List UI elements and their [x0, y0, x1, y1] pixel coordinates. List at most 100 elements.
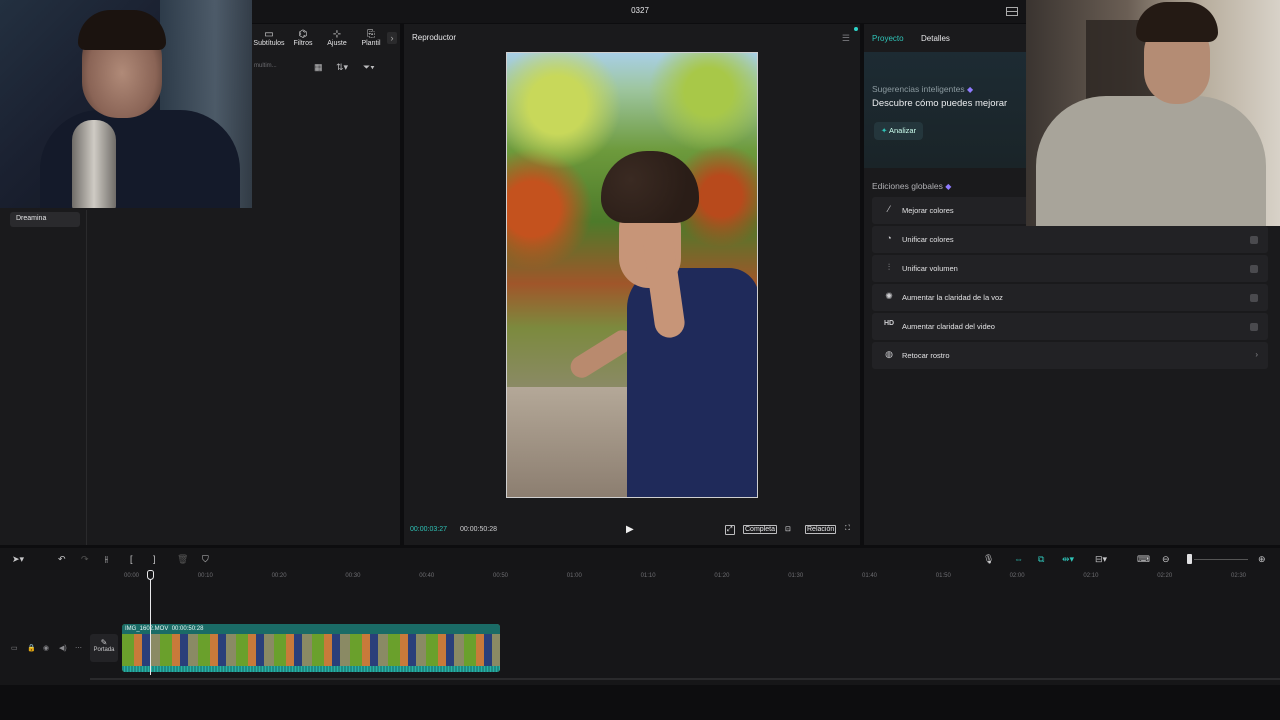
- analyze-button[interactable]: ✦ Analizar: [874, 122, 924, 140]
- ruler-tick-label: 02:30: [1231, 573, 1247, 579]
- filter-icon[interactable]: ⏷▾: [363, 62, 375, 73]
- delete-icon[interactable]: 🗑: [177, 554, 188, 565]
- tab-project[interactable]: Proyecto: [872, 34, 904, 43]
- tab-details[interactable]: Detalles: [921, 34, 950, 43]
- tab-adjust[interactable]: ⊹ Ajuste: [320, 24, 354, 52]
- tab-filters[interactable]: ⌬ Filtros: [286, 24, 320, 52]
- ruler-tick-label: 01:00: [566, 573, 582, 579]
- trim-left-icon[interactable]: [: [130, 554, 133, 564]
- media-toolbar: ▭ Subtítulos ⌬ Filtros ⊹ Ajuste ⎘ Planti…: [252, 24, 388, 52]
- chain-icon[interactable]: ⇹▾: [1062, 554, 1074, 565]
- view-mode-button[interactable]: Completa: [743, 525, 777, 534]
- toggle-switch[interactable]: [1250, 236, 1258, 244]
- timeline-scrollbar[interactable]: [90, 678, 1280, 680]
- global-edit-voice-clarity[interactable]: ✺ Aumentar la claridad de la voz: [872, 284, 1268, 311]
- zoom-in-icon[interactable]: ⊕: [1258, 554, 1266, 565]
- media-search-input[interactable]: multim...: [252, 60, 298, 74]
- grid-view-icon[interactable]: ▦: [314, 62, 323, 73]
- webcam-overlay-left: [0, 0, 252, 208]
- ruler-tick-label: 01:50: [935, 573, 951, 579]
- premium-gem-icon: ◆: [967, 85, 974, 94]
- global-edit-unify-volume[interactable]: ⫶ Unificar volumen: [872, 255, 1268, 282]
- cover-button[interactable]: ✎ Portada: [90, 634, 118, 662]
- global-edit-unify-colors[interactable]: ◔ Unificar colores: [872, 226, 1268, 253]
- track-select-icon[interactable]: ▭: [11, 644, 18, 652]
- ratio-button[interactable]: Relación: [805, 525, 837, 534]
- global-edit-label: Unificar colores: [902, 235, 954, 244]
- more-icon[interactable]: ⋯: [75, 644, 82, 652]
- sort-icon[interactable]: ⇅▾: [336, 62, 348, 73]
- undo-icon[interactable]: ↶: [58, 554, 66, 565]
- ruler-tick-label: 01:40: [862, 573, 878, 579]
- toggle-switch[interactable]: [1250, 265, 1258, 273]
- clip-name: IMG_1602.MOV: [125, 626, 169, 632]
- webcam-person-body: [1036, 96, 1266, 226]
- ruler-tick-label: 00:10: [197, 573, 213, 579]
- global-edit-label: Aumentar claridad del video: [902, 322, 995, 331]
- sidebar-item-dreamina[interactable]: Dreamina: [10, 212, 80, 227]
- video-clip[interactable]: IMG_1602.MOV 00:00:50:28: [122, 624, 500, 672]
- ruler-tick-label: 00:30: [345, 573, 361, 579]
- adjust-icon: ⊹: [332, 29, 342, 40]
- tab-label: Filtros: [293, 40, 313, 47]
- voice-enhance-icon: ✺: [885, 291, 893, 301]
- analyze-label: Analizar: [888, 126, 917, 135]
- layout-icon[interactable]: [1006, 7, 1018, 16]
- magic-wand-icon: ⁄: [888, 204, 890, 214]
- split-icon[interactable]: ⫲: [105, 554, 108, 565]
- zoom-slider-knob[interactable]: [1187, 554, 1192, 564]
- zoom-slider-track[interactable]: [1194, 559, 1248, 560]
- select-tool-icon[interactable]: ➤▾: [12, 554, 24, 565]
- visibility-icon[interactable]: ◉: [43, 644, 49, 652]
- divider: [86, 210, 87, 545]
- screenshot-icon[interactable]: ⊡: [785, 525, 791, 533]
- toggle-switch[interactable]: [1250, 294, 1258, 302]
- global-edit-label: Mejorar colores: [902, 206, 954, 215]
- microphone-icon[interactable]: 🎙: [983, 554, 994, 565]
- sparkle-icon: ✦: [881, 126, 888, 135]
- redo-icon[interactable]: ↷: [81, 554, 89, 565]
- tab-subtitles[interactable]: ▭ Subtítulos: [252, 24, 286, 52]
- ruler-tick-label: 02:00: [1009, 573, 1025, 579]
- caption-icon[interactable]: ⌨: [1137, 554, 1150, 565]
- playhead-handle[interactable]: [147, 570, 154, 580]
- total-time: 00:00:50:28: [460, 526, 497, 533]
- link-clips-icon[interactable]: ⇔: [1014, 554, 1023, 564]
- global-edits-title: Ediciones globales ◆: [872, 181, 951, 191]
- preview-axis-icon[interactable]: ⊟▾: [1095, 554, 1107, 565]
- smart-title-text: Sugerencias inteligentes: [872, 84, 965, 94]
- ruler-tick-label: 01:20: [714, 573, 730, 579]
- webcam-person-body: [40, 110, 240, 208]
- menu-icon[interactable]: ☰: [842, 33, 850, 44]
- global-edit-face-retouch[interactable]: ◍ Retocar rostro ›: [872, 342, 1268, 369]
- play-icon[interactable]: ▶: [626, 524, 636, 536]
- magnet-icon[interactable]: ⧉: [1038, 554, 1044, 565]
- toggle-switch[interactable]: [1250, 323, 1258, 331]
- filters-icon: ⌬: [298, 29, 308, 40]
- video-preview[interactable]: [506, 52, 758, 498]
- ruler-tick-label: 00:40: [419, 573, 435, 579]
- audio-waveform: [122, 666, 500, 672]
- tab-label: Plantil: [361, 40, 381, 47]
- webcam-person-hair: [1136, 2, 1218, 42]
- ruler-tick-label: 02:10: [1083, 573, 1099, 579]
- tab-templates[interactable]: ⎘ Plantil: [354, 24, 388, 52]
- chevron-right-icon[interactable]: ›: [387, 32, 397, 44]
- webcam-person-hair: [78, 10, 166, 50]
- webcam-overlay-right: [1026, 0, 1280, 226]
- global-edit-video-clarity[interactable]: HD Aumentar claridad del video: [872, 313, 1268, 340]
- trim-right-icon[interactable]: ]: [153, 554, 156, 564]
- timeline: 00:00 00:10 00:20 00:30 00:40 00:50 01:00 01:10…: [0, 570, 1280, 685]
- playhead[interactable]: [150, 570, 151, 675]
- zoom-out-icon[interactable]: ⊖: [1162, 554, 1170, 565]
- lock-icon[interactable]: 🔒: [27, 644, 36, 652]
- ruler-tick-label: 02:20: [1157, 573, 1173, 579]
- global-edit-label: Unificar volumen: [902, 264, 958, 273]
- fullscreen-icon[interactable]: ⛶: [845, 525, 850, 533]
- current-time: 00:00:03:27: [410, 526, 447, 533]
- ruler-tick-label: 00:50: [493, 573, 509, 579]
- microphone-image: [72, 120, 116, 208]
- crop-icon[interactable]: ⤢: [725, 525, 735, 535]
- audio-icon[interactable]: ◀): [59, 644, 67, 652]
- shield-icon[interactable]: ⛉: [202, 554, 209, 565]
